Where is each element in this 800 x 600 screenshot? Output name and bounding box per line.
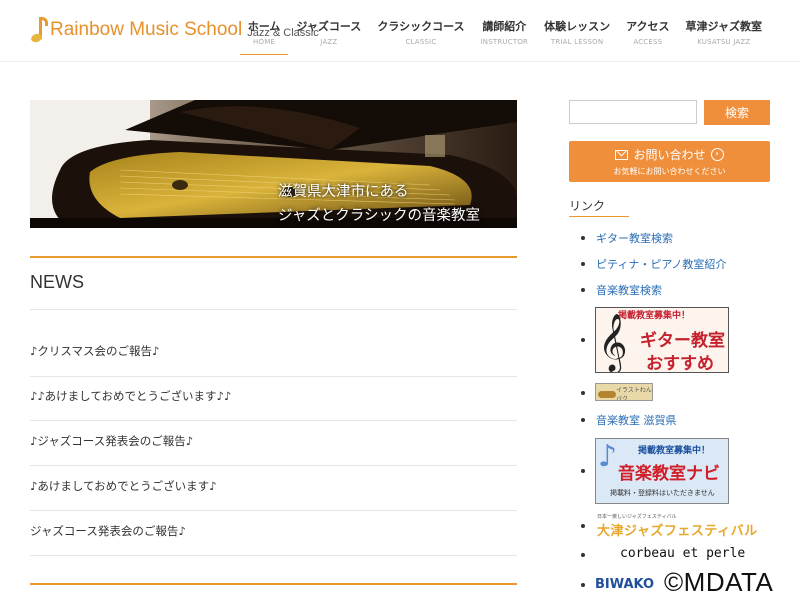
- search-button[interactable]: 検索: [704, 100, 770, 125]
- divider: [30, 420, 517, 421]
- news-item[interactable]: ♪クリスマス会のご報告♪: [30, 343, 517, 359]
- nav-item-instructor[interactable]: 講師紹介 INSTRUCTOR: [473, 18, 537, 54]
- hero-image: 滋賀県大津市にある ジャズとクラシックの音楽教室: [30, 100, 517, 228]
- logo-title: Rainbow Music School: [50, 19, 243, 40]
- nav-item-kusatsu-jazz[interactable]: 草津ジャズ教室 KUSATSU JAZZ: [678, 18, 770, 54]
- nav-label: ホーム: [247, 20, 281, 33]
- banner-caption: 掲載教室募集中！: [638, 446, 711, 456]
- illust-banner[interactable]: イラストわんパク: [595, 383, 653, 401]
- banner-title: 音楽教室ナビ: [618, 464, 720, 484]
- nav-label: ジャズコース: [296, 20, 362, 33]
- divider: [30, 510, 517, 511]
- watermark: ©MDATA: [660, 567, 778, 598]
- divider: [30, 309, 517, 310]
- bullet-icon: [581, 469, 585, 473]
- guitar-school-banner[interactable]: 掲載教室募集中！ 𝄞 ギター教室 おすすめ: [595, 307, 729, 373]
- nav-sublabel: ACCESS: [633, 38, 663, 46]
- biwako-banner[interactable]: BIWAKO: [595, 577, 654, 592]
- nav-sublabel: TRIAL LESSON: [550, 38, 604, 46]
- news-item[interactable]: ♪ジャズコース発表会のご報告♪: [30, 433, 517, 449]
- divider: [30, 376, 517, 377]
- treble-clef-icon: 𝄞: [598, 313, 628, 371]
- nav-label: アクセス: [626, 20, 670, 33]
- hero-caption: 滋賀県大津市にある ジャズとクラシックの音楽教室: [278, 180, 480, 228]
- bullet-icon: [581, 583, 585, 587]
- corbeau-et-perle-banner[interactable]: corbeau et perle: [620, 546, 745, 561]
- nav-sublabel: JAZZ: [320, 38, 338, 46]
- banner-title: 大津ジャズフェスティバル: [597, 524, 758, 539]
- music-note-icon: [29, 15, 48, 45]
- banner-title: おすすめ: [646, 354, 714, 373]
- nav-label: 草津ジャズ教室: [685, 20, 762, 33]
- link-music-school-search[interactable]: 音楽教室検索: [596, 282, 662, 298]
- nav-label: クラシックコース: [377, 20, 465, 33]
- banner-footnote: 掲載料・登録料はいただきません: [610, 489, 715, 497]
- music-school-navi-banner[interactable]: ♪ 掲載教室募集中！ 音楽教室ナビ 掲載料・登録料はいただきません: [595, 438, 729, 504]
- banner-caption: 掲載教室募集中！: [618, 311, 691, 321]
- contact-button[interactable]: お問い合わせ › お気軽にお問い合わせください: [569, 141, 770, 182]
- otsu-jazz-festival-banner[interactable]: 日本一楽しいジャズフェスティバル 大津ジャズフェスティバル: [595, 513, 765, 539]
- banner-caption: イラストわんパク: [616, 387, 652, 401]
- nav-item-home[interactable]: ホーム HOME: [239, 18, 289, 55]
- news-item[interactable]: ジャズコース発表会のご報告♪: [30, 523, 517, 539]
- bullet-icon: [581, 338, 585, 342]
- nav-item-trial-lesson[interactable]: 体験レッスン TRIAL LESSON: [536, 18, 618, 54]
- contact-main: お問い合わせ ›: [569, 146, 770, 163]
- divider: [30, 465, 517, 466]
- search-input[interactable]: [569, 100, 697, 124]
- contact-sublabel: お気軽にお問い合わせください: [613, 167, 726, 176]
- link-music-school-shiga[interactable]: 音楽教室 滋賀県: [596, 412, 677, 428]
- contact-label: お問い合わせ: [633, 148, 706, 162]
- link-pitina[interactable]: ピティナ・ピアノ教室紹介: [596, 256, 726, 272]
- nav-label: 講師紹介: [482, 20, 527, 33]
- nav-sublabel: KUSATSU JAZZ: [697, 38, 751, 46]
- links-divider: [569, 216, 629, 217]
- nav-sublabel: HOME: [253, 38, 276, 46]
- section-divider: [30, 583, 517, 585]
- divider: [30, 555, 517, 556]
- bullet-icon: [581, 236, 585, 240]
- news-item[interactable]: ♪あけましておめでとうございます♪: [30, 478, 517, 494]
- nav-sublabel: CLASSIC: [405, 38, 437, 46]
- main-nav: ホーム HOME ジャズコース JAZZ クラシックコース CLASSIC 講師…: [239, 18, 770, 55]
- bullet-icon: [581, 524, 585, 528]
- hero-caption-line1: 滋賀県大津市にある: [278, 184, 409, 200]
- news-item[interactable]: ♪♪あけましておめでとうございます♪♪: [30, 388, 517, 404]
- bullet-icon: [581, 288, 585, 292]
- section-divider: [30, 256, 517, 258]
- nav-item-jazz[interactable]: ジャズコース JAZZ: [288, 18, 369, 54]
- arrow-circle-icon: ›: [710, 148, 724, 161]
- bullet-icon: [581, 418, 585, 422]
- banner-title: ギター教室: [640, 331, 725, 351]
- hero-caption-line2: ジャズとクラシックの音楽教室: [278, 208, 480, 224]
- music-note-icon: ♪: [598, 439, 618, 474]
- dog-icon: [598, 391, 616, 398]
- nav-item-access[interactable]: アクセス ACCESS: [618, 18, 677, 54]
- envelope-icon: [615, 149, 629, 160]
- nav-sublabel: INSTRUCTOR: [480, 38, 529, 46]
- news-title: NEWS: [30, 272, 84, 292]
- bullet-icon: [581, 553, 585, 557]
- site-header: Rainbow Music School Jazz & Classic ホーム …: [0, 0, 800, 62]
- bullet-icon: [581, 262, 585, 266]
- bullet-icon: [581, 391, 585, 395]
- link-guitar-search[interactable]: ギター教室検索: [596, 230, 673, 246]
- nav-label: 体験レッスン: [544, 20, 611, 33]
- nav-item-classic[interactable]: クラシックコース CLASSIC: [369, 18, 472, 54]
- banner-caption: 日本一楽しいジャズフェスティバル: [597, 514, 677, 520]
- links-title: リンク: [569, 199, 606, 213]
